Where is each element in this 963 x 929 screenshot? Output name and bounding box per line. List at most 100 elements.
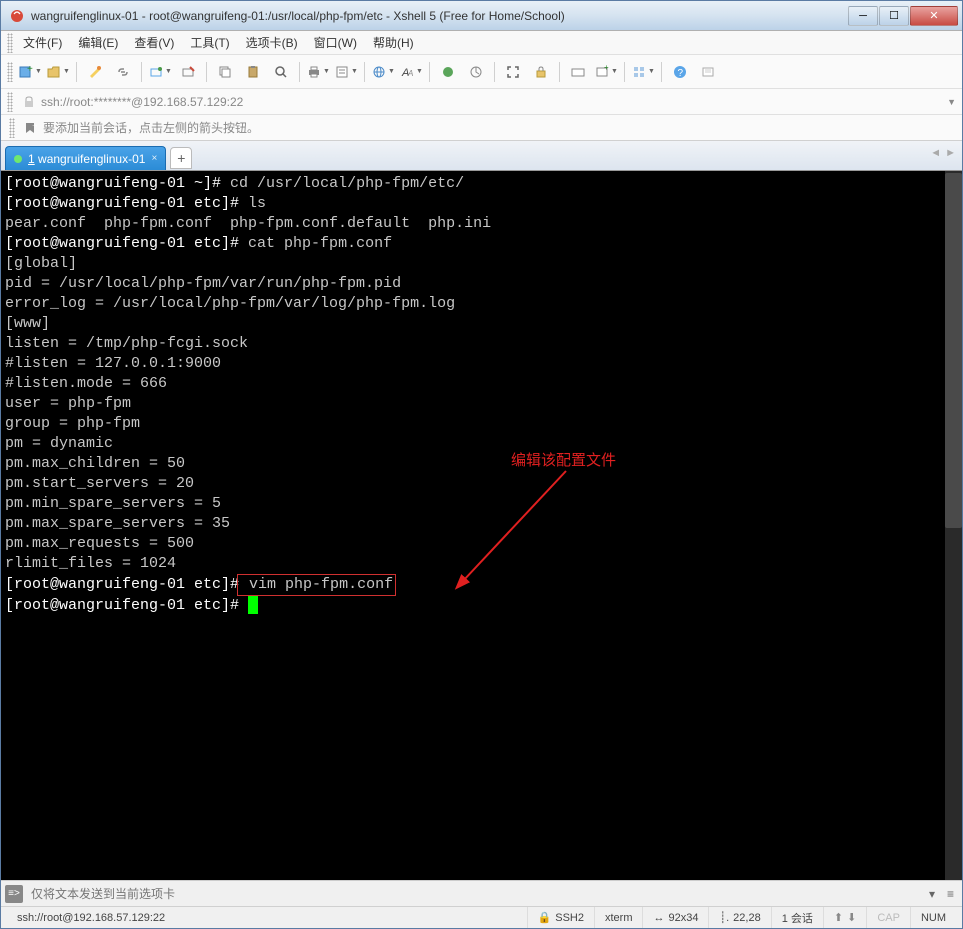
color-scheme-button[interactable]	[435, 59, 461, 85]
tab-label: wangruifenglinux-01	[38, 152, 145, 166]
toolbar-separator	[364, 62, 365, 82]
print-button[interactable]: ▼	[305, 59, 331, 85]
output: pm = dynamic	[5, 435, 113, 452]
output: pm.start_servers = 20	[5, 475, 194, 492]
svg-text:?: ?	[678, 68, 684, 79]
menu-tabs[interactable]: 选项卡(B)	[238, 32, 306, 53]
svg-text:A: A	[407, 69, 413, 78]
send-menu-icon[interactable]: ≡	[943, 885, 958, 903]
tab-prev-icon[interactable]: ◄	[930, 147, 941, 159]
status-protocol: 🔒SSH2	[527, 907, 594, 928]
font-button[interactable]: AA▼	[398, 59, 424, 85]
output: pid = /usr/local/php-fpm/var/run/php-fpm…	[5, 275, 401, 292]
status-num: NUM	[910, 907, 956, 928]
highlight-button[interactable]	[82, 59, 108, 85]
cursor	[248, 596, 258, 614]
output: pm.max_children = 50	[5, 455, 185, 472]
app-window: wangruifenglinux-01 - root@wangruifeng-0…	[0, 0, 963, 929]
position-icon: ┊.	[719, 911, 729, 924]
output: [www]	[5, 315, 50, 332]
copy-button[interactable]	[212, 59, 238, 85]
tile-button[interactable]: ▼	[630, 59, 656, 85]
keyboard-button[interactable]	[565, 59, 591, 85]
output: listen = /tmp/php-fcgi.sock	[5, 335, 248, 352]
properties-button[interactable]: ▼	[333, 59, 359, 85]
menubar-grip[interactable]	[7, 33, 13, 53]
lock-icon	[23, 96, 35, 108]
status-bar: ssh://root@192.168.57.129:22 🔒SSH2 xterm…	[1, 906, 962, 928]
output: [global]	[5, 255, 77, 272]
prompt: [root@wangruifeng-01 ~]#	[5, 175, 221, 192]
command: ls	[239, 195, 266, 212]
tab-next-icon[interactable]: ►	[945, 147, 956, 159]
menu-window[interactable]: 窗口(W)	[306, 32, 365, 53]
terminal-type-button[interactable]	[463, 59, 489, 85]
status-transfer-icons: ⬆ ⬇	[823, 907, 866, 928]
send-input[interactable]	[27, 885, 921, 903]
disconnect-button[interactable]	[175, 59, 201, 85]
menu-edit[interactable]: 编辑(E)	[70, 32, 126, 53]
toolbar-separator	[661, 62, 662, 82]
toolbar-separator	[141, 62, 142, 82]
find-button[interactable]	[268, 59, 294, 85]
toolbar: +▼ ▼ ▼ ▼ ▼ ▼ AA▼ +▼ ▼ ?	[1, 55, 962, 89]
status-cursor-pos: ┊. 22,28	[708, 907, 770, 928]
svg-text:→: →	[31, 121, 37, 129]
minimize-button[interactable]: ─	[848, 6, 878, 26]
help-button[interactable]: ?	[667, 59, 693, 85]
window-title: wangruifenglinux-01 - root@wangruifeng-0…	[31, 9, 847, 23]
fullscreen-button[interactable]	[500, 59, 526, 85]
menubar: 文件(F) 编辑(E) 查看(V) 工具(T) 选项卡(B) 窗口(W) 帮助(…	[1, 31, 962, 55]
menu-view[interactable]: 查看(V)	[126, 32, 182, 53]
open-button[interactable]: ▼	[45, 59, 71, 85]
reconnect-button[interactable]: ▼	[147, 59, 173, 85]
globe-button[interactable]: ▼	[370, 59, 396, 85]
paste-button[interactable]	[240, 59, 266, 85]
tab-bar: 1 wangruifenglinux-01 × + ◄ ►	[1, 141, 962, 171]
connection-status-icon	[14, 155, 22, 163]
address-dropdown-icon[interactable]: ▼	[947, 97, 956, 107]
tab-close-icon[interactable]: ×	[151, 153, 157, 164]
bookmark-icon[interactable]: →	[23, 121, 37, 135]
size-icon: ↔	[653, 912, 664, 924]
addressbar-grip[interactable]	[7, 92, 13, 112]
toolbar-separator	[559, 62, 560, 82]
new-session-button[interactable]: +▼	[17, 59, 43, 85]
app-icon	[9, 8, 25, 24]
upload-icon: ⬆	[834, 911, 843, 924]
menu-file[interactable]: 文件(F)	[15, 32, 70, 53]
new-tab-button[interactable]: +	[170, 147, 192, 169]
toolbar-separator	[494, 62, 495, 82]
hint-text: 要添加当前会话，点击左侧的箭头按钮。	[43, 119, 259, 136]
prompt: [root@wangruifeng-01 etc]#	[5, 195, 239, 212]
send-bar: ≡> ▾ ≡	[1, 880, 962, 906]
maximize-button[interactable]: ☐	[879, 6, 909, 26]
script-button[interactable]	[695, 59, 721, 85]
toolbar-separator	[624, 62, 625, 82]
transfer-button[interactable]: +▼	[593, 59, 619, 85]
output: rlimit_files = 1024	[5, 555, 176, 572]
output: pm.max_spare_servers = 35	[5, 515, 230, 532]
output: #listen = 127.0.0.1:9000	[5, 355, 221, 372]
tab-index: 1	[28, 152, 35, 166]
address-input[interactable]	[41, 95, 941, 109]
close-button[interactable]: ✕	[910, 6, 958, 26]
hintbar-grip[interactable]	[9, 118, 15, 138]
lock-button[interactable]	[528, 59, 554, 85]
terminal-scrollbar[interactable]	[945, 171, 962, 880]
status-cap: CAP	[866, 907, 910, 928]
menu-help[interactable]: 帮助(H)	[365, 32, 422, 53]
status-size: ↔ 92x34	[642, 907, 708, 928]
output: group = php-fpm	[5, 415, 140, 432]
send-mode-icon[interactable]: ≡>	[5, 885, 23, 903]
terminal[interactable]: [root@wangruifeng-01 ~]# cd /usr/local/p…	[1, 171, 962, 880]
toolbar-separator	[206, 62, 207, 82]
menu-tools[interactable]: 工具(T)	[182, 32, 237, 53]
session-tab[interactable]: 1 wangruifenglinux-01 ×	[5, 146, 166, 170]
link-button[interactable]	[110, 59, 136, 85]
send-dropdown-icon[interactable]: ▾	[925, 885, 939, 903]
highlighted-command: vim php-fpm.conf	[237, 574, 396, 596]
prompt: [root@wangruifeng-01 etc]#	[5, 235, 239, 252]
toolbar-grip[interactable]	[7, 62, 13, 82]
prompt: [root@wangruifeng-01 etc]#	[5, 597, 239, 614]
